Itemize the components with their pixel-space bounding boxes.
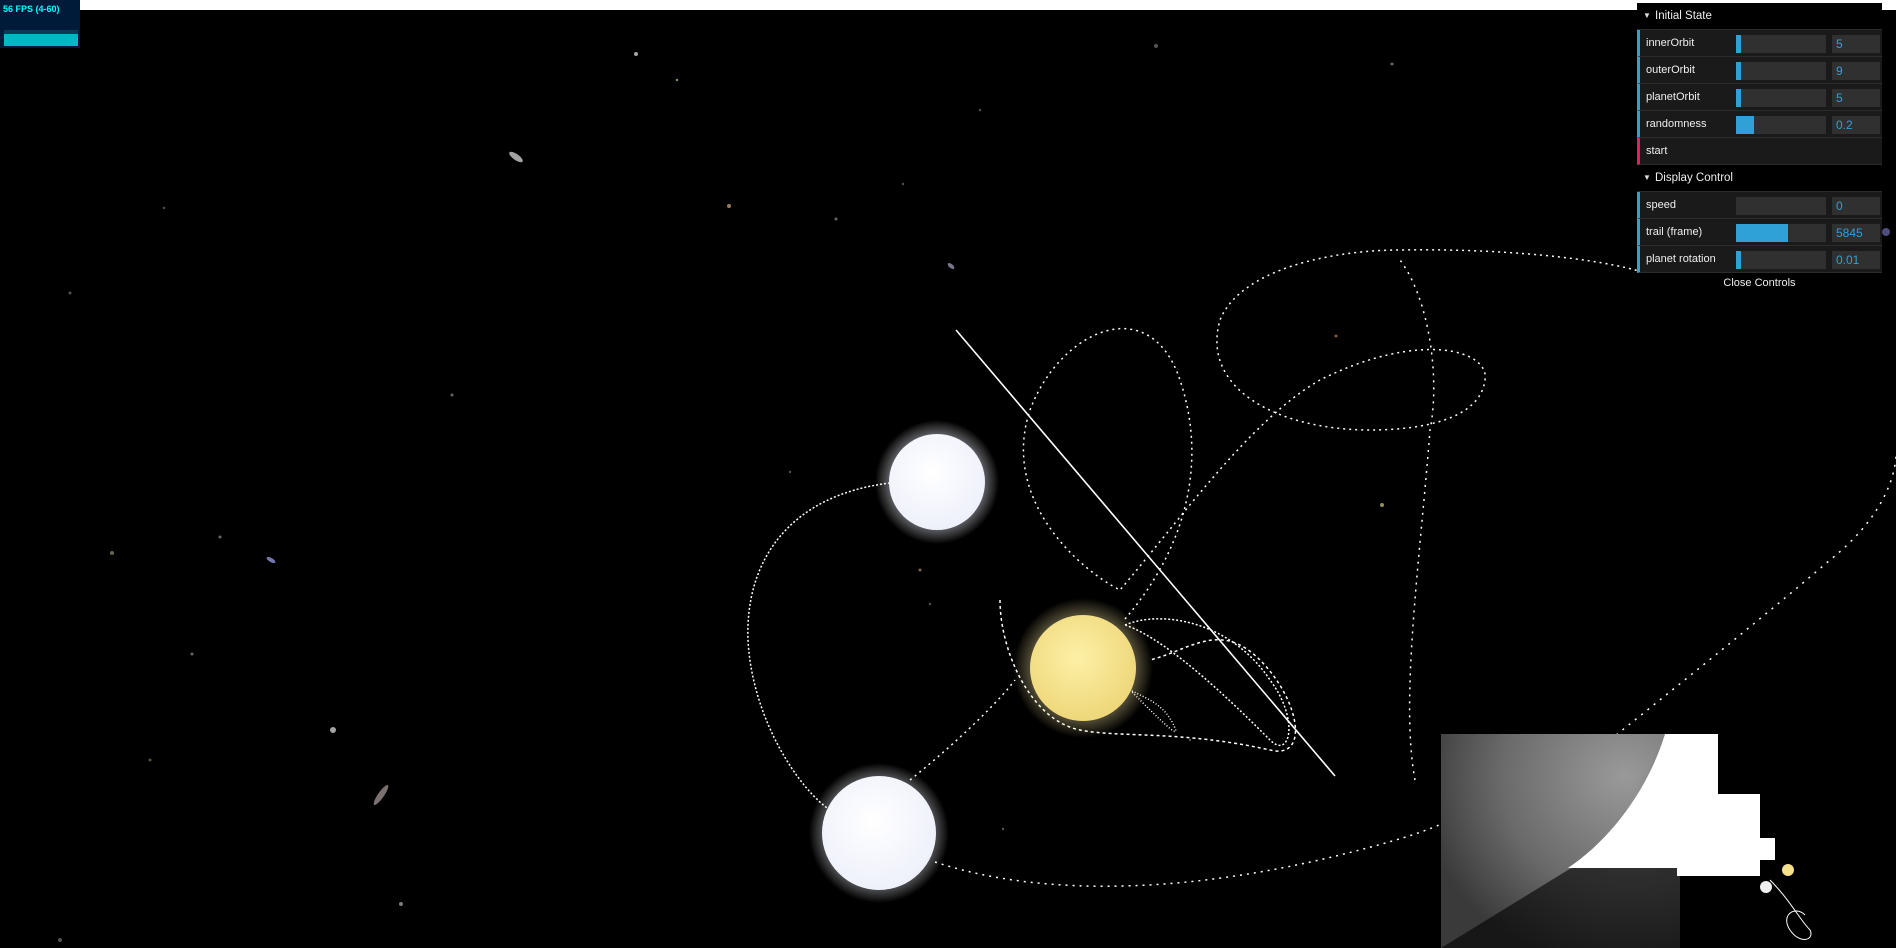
speed-input[interactable]: 0 — [1832, 197, 1880, 215]
control-planet-rotation[interactable]: planet rotation 0.01 — [1637, 246, 1882, 273]
planet-orbit-input[interactable]: 5 — [1832, 89, 1880, 107]
yellow-star[interactable] — [1013, 598, 1153, 738]
inner-orbit-slider[interactable] — [1736, 35, 1826, 53]
controls-panel: ▼ Initial State innerOrbit 5 outerOrbit … — [1637, 3, 1882, 293]
folder-initial-state[interactable]: ▼ Initial State — [1637, 3, 1882, 30]
inner-orbit-input[interactable]: 5 — [1832, 35, 1880, 53]
control-label: randomness — [1646, 118, 1707, 130]
control-label: trail (frame) — [1646, 226, 1703, 238]
speed-slider[interactable] — [1736, 197, 1826, 215]
control-planet-orbit[interactable]: planetOrbit 5 — [1637, 84, 1882, 111]
trail-input[interactable]: 5845 — [1832, 224, 1880, 242]
caret-down-icon: ▼ — [1643, 11, 1651, 20]
control-label: innerOrbit — [1646, 37, 1695, 49]
trail-slider[interactable] — [1736, 224, 1826, 242]
control-inner-orbit[interactable]: innerOrbit 5 — [1637, 30, 1882, 57]
fps-graph — [4, 30, 78, 46]
close-controls-button[interactable]: Close Controls — [1637, 273, 1882, 293]
folder-title-label: Display Control — [1655, 172, 1733, 184]
top-bar — [0, 0, 1896, 10]
fps-monitor[interactable]: 56 FPS (4-60) — [0, 0, 80, 48]
control-label: outerOrbit — [1646, 64, 1695, 76]
planet-rotation-input[interactable]: 0.01 — [1832, 251, 1880, 269]
planet-rotation-slider[interactable] — [1736, 251, 1826, 269]
fps-label: 56 FPS (4-60) — [3, 4, 60, 14]
control-trail[interactable]: trail (frame) 5845 — [1637, 219, 1882, 246]
control-label: planetOrbit — [1646, 91, 1700, 103]
start-label: start — [1646, 145, 1668, 157]
caret-down-icon: ▼ — [1643, 173, 1651, 182]
control-randomness[interactable]: randomness 0.2 — [1637, 111, 1882, 138]
folder-title-label: Initial State — [1655, 10, 1712, 22]
folder-display-control[interactable]: ▼ Display Control — [1637, 165, 1882, 192]
outer-orbit-slider[interactable] — [1736, 62, 1826, 80]
control-label: planet rotation — [1646, 253, 1716, 265]
white-star-top[interactable] — [875, 420, 999, 544]
randomness-slider[interactable] — [1736, 116, 1826, 134]
simulation-canvas[interactable] — [0, 0, 1896, 948]
control-outer-orbit[interactable]: outerOrbit 9 — [1637, 57, 1882, 84]
white-star-bottom[interactable] — [809, 763, 949, 903]
control-label: speed — [1646, 199, 1676, 211]
outer-orbit-input[interactable]: 9 — [1832, 62, 1880, 80]
randomness-input[interactable]: 0.2 — [1832, 116, 1880, 134]
control-speed[interactable]: speed 0 — [1637, 192, 1882, 219]
planet-orbit-slider[interactable] — [1736, 89, 1826, 107]
start-button[interactable]: start — [1637, 138, 1882, 165]
planet-surface-view — [1441, 734, 1896, 948]
